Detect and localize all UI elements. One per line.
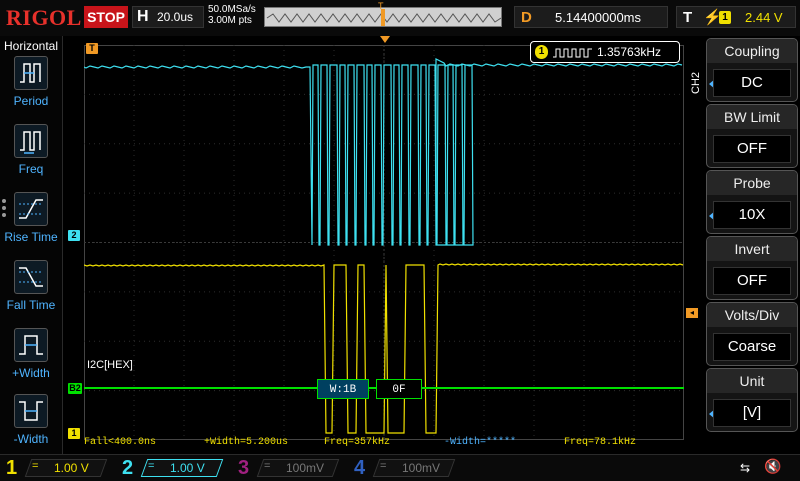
measure-negative-width[interactable]: -Width xyxy=(4,394,60,460)
speaker-muted-icon[interactable]: 🔇 xyxy=(764,458,781,475)
channel-4-scale: 100mV xyxy=(402,461,441,475)
sample-rate: 50.0MSa/s xyxy=(208,4,256,15)
measure-rise-time-label: Rise Time xyxy=(4,230,58,244)
channel-menu-label: CH2 xyxy=(690,71,702,94)
measure-frequency-label: Freq xyxy=(18,162,44,176)
menu-unit[interactable]: Unit [V] xyxy=(706,368,798,432)
measure-fall-time-label: Fall Time xyxy=(6,298,56,312)
measure-fall-time[interactable]: Fall Time xyxy=(4,260,60,326)
menu-unit-title: Unit xyxy=(707,369,797,393)
trigger-key-label: T xyxy=(683,9,693,26)
measurement-results: Fall<400.0ns +Width=5.200us Freq=357kHz … xyxy=(84,437,684,451)
rise-time-icon xyxy=(14,192,48,226)
measurement-frequency-2: Freq=78.1kHz xyxy=(564,437,637,448)
run-stop-indicator[interactable]: STOP xyxy=(84,6,128,28)
top-status-bar: RIGOL STOP H 20.0us 50.0MSa/s 3.00M pts … xyxy=(0,0,800,36)
ch1-offset-marker[interactable]: 1 xyxy=(68,428,80,439)
menu-invert-title: Invert xyxy=(707,237,797,261)
channel-4-tab[interactable]: 4 = 100mV xyxy=(350,457,460,479)
channel-3-tab[interactable]: 3 = 100mV xyxy=(234,457,344,479)
menu-coupling-title: Coupling xyxy=(707,39,797,63)
menu-volts-div-value: Coarse xyxy=(713,333,791,361)
menu-volts-div-title: Volts/Div xyxy=(707,303,797,327)
timebase-value: 20.0us xyxy=(157,10,194,24)
channel-2-number: 2 xyxy=(122,457,134,479)
bus-decode-label: I2C[HEX] xyxy=(87,359,133,371)
channel-1-tab[interactable]: 1 = 1.00 V xyxy=(2,457,112,479)
menu-probe[interactable]: Probe 10X xyxy=(706,170,798,234)
delay-value: 5.14400000ms xyxy=(555,10,642,25)
measure-period-label: Period xyxy=(13,94,49,108)
channel-3-number: 3 xyxy=(238,457,250,479)
trigger-level: 2.44 V xyxy=(745,10,783,25)
dc-coupling-icon: = xyxy=(380,460,387,472)
measure-period[interactable]: Period xyxy=(4,56,60,122)
delay-display[interactable]: D 5.14400000ms xyxy=(514,6,668,28)
measure-frequency[interactable]: Freq xyxy=(4,124,60,190)
menu-bw-limit-title: BW Limit xyxy=(707,105,797,129)
menu-bw-limit-value: OFF xyxy=(713,135,791,163)
channel-status-bar: 1 = 1.00 V 2 = 1.00 V 3 = 100mV 4 = 100m… xyxy=(0,454,800,481)
usb-icon: ⇆ xyxy=(740,461,751,475)
menu-bw-limit[interactable]: BW Limit OFF xyxy=(706,104,798,168)
left-menu-title: Horizontal xyxy=(3,39,59,53)
measurement-negative-width: -Width=***** xyxy=(444,437,517,448)
menu-probe-title: Probe xyxy=(707,171,797,195)
measurement-fall-time: Fall<400.0ns xyxy=(84,437,157,448)
channel-1-number: 1 xyxy=(6,457,18,479)
measure-rise-time[interactable]: Rise Time xyxy=(4,192,60,258)
frequency-icon xyxy=(14,124,48,158)
bus-data-packet: 0F xyxy=(376,379,422,399)
ch2-offset-marker[interactable]: 2 xyxy=(68,230,80,241)
counter-frequency-value: 1.35763kHz xyxy=(597,45,662,59)
memory-depth: 3.00M pts xyxy=(208,15,252,26)
measure-positive-width-label: +Width xyxy=(12,366,50,380)
channel-2-tab[interactable]: 2 = 1.00 V xyxy=(118,457,228,479)
bus-address-packet: W:1B xyxy=(317,379,369,399)
ch2-trace xyxy=(84,58,683,246)
channel-3-scale: 100mV xyxy=(286,461,325,475)
ch1-trace xyxy=(84,263,684,434)
menu-invert[interactable]: Invert OFF xyxy=(706,236,798,300)
measurement-positive-width: +Width=5.200us xyxy=(204,437,289,448)
menu-unit-value: [V] xyxy=(713,399,791,427)
positive-width-icon xyxy=(14,328,48,362)
menu-probe-value: 10X xyxy=(713,201,791,229)
left-measure-menu: Horizontal Period Freq Rise Time Fall Ti… xyxy=(0,36,63,454)
square-wave-icon xyxy=(553,48,592,58)
measure-positive-width[interactable]: +Width xyxy=(4,328,60,394)
menu-invert-value: OFF xyxy=(713,267,791,295)
menu-coupling-value: DC xyxy=(713,69,791,97)
measure-negative-width-label: -Width xyxy=(13,432,49,446)
channel-1-scale: 1.00 V xyxy=(54,461,89,475)
trigger-time-marker: T xyxy=(86,43,98,54)
delay-key-label: D xyxy=(521,9,532,26)
trigger-position-marker: T xyxy=(378,1,384,11)
bus-offset-marker[interactable]: B2 xyxy=(68,383,82,394)
frequency-counter: 1 1.35763kHz xyxy=(530,41,680,63)
channel-2-scale: 1.00 V xyxy=(170,461,205,475)
measurement-frequency: Freq=357kHz xyxy=(324,437,391,448)
dc-coupling-icon: = xyxy=(32,460,39,472)
dc-coupling-icon: = xyxy=(148,460,155,472)
horizontal-key-label: H xyxy=(137,8,149,25)
timebase-display[interactable]: H 20.0us xyxy=(132,6,204,28)
period-icon xyxy=(14,56,48,90)
dc-coupling-icon: = xyxy=(264,460,271,472)
acquisition-info: 50.0MSa/s 3.00M pts xyxy=(208,4,256,26)
menu-coupling[interactable]: Coupling DC xyxy=(706,38,798,102)
channel-4-number: 4 xyxy=(354,457,366,479)
counter-channel-badge: 1 xyxy=(535,45,548,59)
brand-logo: RIGOL xyxy=(6,5,82,30)
trigger-position-pointer xyxy=(380,36,390,43)
menu-volts-div[interactable]: Volts/Div Coarse xyxy=(706,302,798,366)
memory-window-marker xyxy=(381,9,385,26)
fall-time-icon xyxy=(14,260,48,294)
trigger-source-badge: 1 xyxy=(719,11,731,24)
trigger-display[interactable]: T ⚡ 1 2.44 V xyxy=(676,6,796,28)
negative-width-icon xyxy=(14,394,48,428)
channel-menu: CH2 Coupling DC BW Limit OFF Probe 10X I… xyxy=(688,36,800,454)
